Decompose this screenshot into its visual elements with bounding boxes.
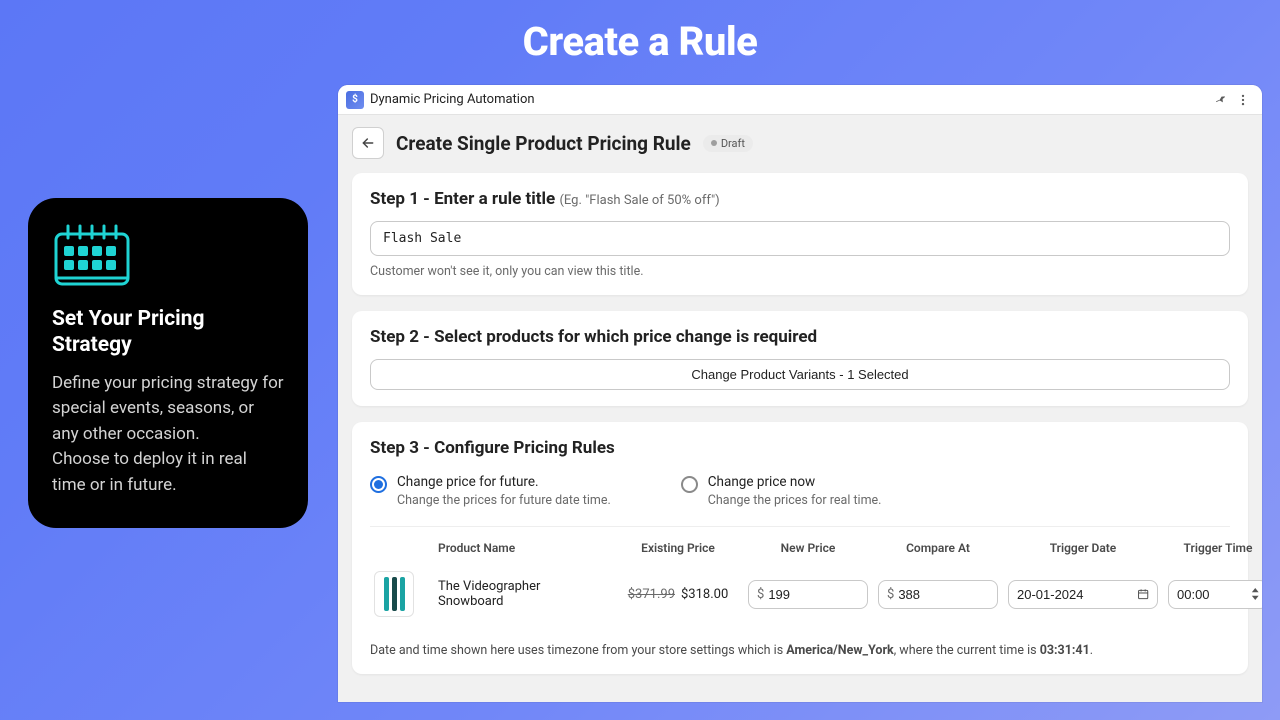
step1-card: Step 1 - Enter a rule title (Eg. "Flash … xyxy=(352,173,1248,295)
existing-price: $371.99$318.00 xyxy=(618,587,738,602)
step2-card: Step 2 - Select products for which price… xyxy=(352,311,1248,406)
new-price-input[interactable]: $ xyxy=(748,580,868,609)
app-header: $ Dynamic Pricing Automation xyxy=(338,85,1262,115)
more-icon[interactable] xyxy=(1232,93,1254,107)
side-body: Define your pricing strategy for special… xyxy=(52,371,284,499)
step3-card: Step 3 - Configure Pricing Rules Change … xyxy=(352,422,1248,674)
back-button[interactable] xyxy=(352,127,384,159)
col-new: New Price xyxy=(748,535,868,561)
change-variants-button[interactable]: Change Product Variants - 1 Selected xyxy=(370,359,1230,390)
radio-future-sub: Change the prices for future date time. xyxy=(397,493,611,508)
side-title: Set Your Pricing Strategy xyxy=(52,306,284,359)
content-area: Create Single Product Pricing Rule Draft… xyxy=(338,115,1262,702)
col-trigger-time: Trigger Time xyxy=(1168,535,1262,561)
col-blank xyxy=(370,542,428,554)
col-compare: Compare At xyxy=(878,535,998,561)
step2-title: Step 2 - Select products for which price… xyxy=(370,327,1230,347)
col-existing: Existing Price xyxy=(618,535,738,561)
step3-title: Step 3 - Configure Pricing Rules xyxy=(370,438,1230,458)
radio-now[interactable]: Change price now Change the prices for r… xyxy=(681,474,882,508)
trigger-date-input[interactable] xyxy=(1008,580,1158,609)
app-window: $ Dynamic Pricing Automation Create Sing… xyxy=(338,85,1262,702)
stepper-icon xyxy=(1251,587,1259,601)
step1-title: Step 1 - Enter a rule title (Eg. "Flash … xyxy=(370,189,1230,209)
calendar-icon xyxy=(52,222,284,292)
radio-icon xyxy=(681,476,698,493)
calendar-field-icon xyxy=(1137,587,1149,601)
col-trigger-date: Trigger Date xyxy=(1008,535,1158,561)
table-row: The Videographer Snowboard $371.99$318.0… xyxy=(370,561,1230,627)
trigger-time-input[interactable] xyxy=(1168,580,1262,609)
app-name: Dynamic Pricing Automation xyxy=(370,92,535,107)
radio-now-sub: Change the prices for real time. xyxy=(708,493,882,508)
status-badge: Draft xyxy=(703,135,753,152)
radio-now-label: Change price now xyxy=(708,474,882,490)
product-thumbnail xyxy=(374,571,414,617)
page-title: Create Single Product Pricing Rule xyxy=(396,132,691,155)
side-info-card: Set Your Pricing Strategy Define your pr… xyxy=(28,198,308,528)
pricing-table: Product Name Existing Price New Price Co… xyxy=(370,526,1230,627)
radio-future-label: Change price for future. xyxy=(397,474,611,490)
radio-icon xyxy=(370,476,387,493)
app-logo-icon: $ xyxy=(346,91,364,109)
radio-future[interactable]: Change price for future. Change the pric… xyxy=(370,474,611,508)
product-name: The Videographer Snowboard xyxy=(438,579,608,609)
pin-icon[interactable] xyxy=(1210,93,1232,107)
col-product: Product Name xyxy=(438,535,608,561)
timezone-note: Date and time shown here uses timezone f… xyxy=(370,627,1230,658)
page-banner: Create a Rule xyxy=(0,0,1280,65)
step1-helper: Customer won't see it, only you can view… xyxy=(370,264,1230,279)
compare-at-input[interactable]: $ xyxy=(878,580,998,609)
rule-title-input[interactable] xyxy=(370,221,1230,256)
step1-hint: (Eg. "Flash Sale of 50% off") xyxy=(559,193,719,208)
